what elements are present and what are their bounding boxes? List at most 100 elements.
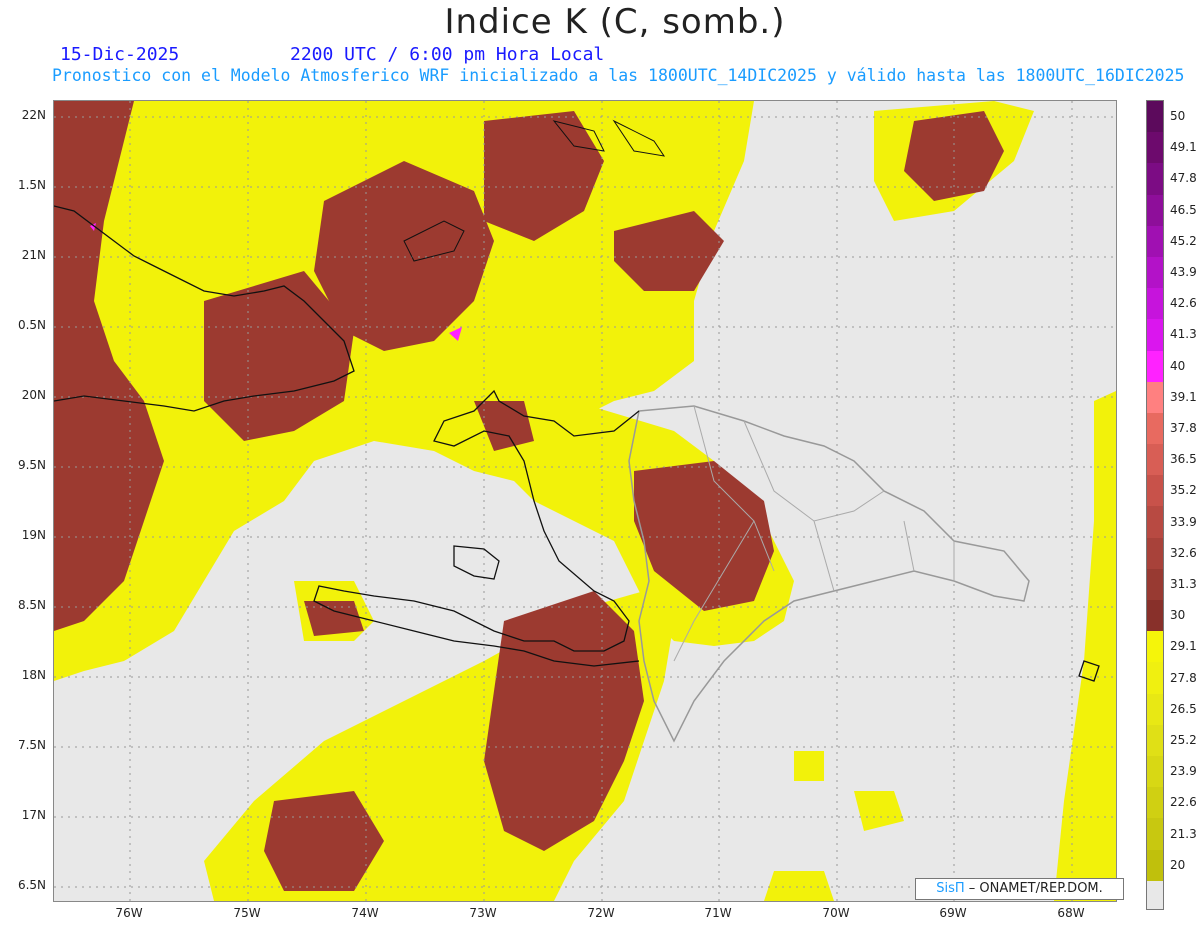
colorbar-swatch [1147,740,1163,756]
jamaica-coastline [453,545,500,580]
colorbar-swatch [1147,522,1163,538]
colorbar-swatch [1147,366,1163,382]
colorbar-label: 25.2 [1170,733,1197,747]
colorbar-label: 21.3 [1170,826,1197,841]
colorbar-label: 27.8 [1170,670,1197,685]
colorbar-swatch [1147,677,1163,694]
colorbar-swatch [1147,412,1163,429]
colorbar-swatch [1147,225,1163,242]
credit-box: SisΠ – ONAMET/REP.DOM. [915,878,1124,900]
colorbar-swatch [1147,288,1163,304]
lat-label: 22N [21,108,46,122]
forecast-map [53,100,1117,902]
map-title: Indice K (C, somb.) [444,2,786,42]
colorbar-swatch [1147,428,1163,445]
lon-label: 76W [115,906,143,920]
colorbar-label: 39.1 [1170,389,1197,404]
lat-label: 21N [21,248,46,262]
lat-label: 18N [21,668,46,682]
colorbar-swatch [1147,210,1163,226]
colorbar-swatch [1147,132,1163,148]
colorbar-swatch [1147,787,1163,803]
colorbar-swatch [1147,319,1163,335]
colorbar-label: 42.6 [1170,296,1197,311]
forecast-date: 15-Dic-2025 [60,44,180,65]
colorbar-label: 23.9 [1170,764,1197,779]
model-subtitle: Pronostico con el Modelo Atmosferico WRF… [52,66,1185,85]
colorbar-label: 45.2 [1170,233,1197,248]
colorbar-swatch [1147,101,1163,117]
lon-label: 69W [939,906,967,920]
lon-label: 68W [1057,906,1085,920]
colorbar-label: 36.5 [1170,452,1197,467]
colorbar-swatch [1147,865,1163,881]
colorbar-label: 35.2 [1170,483,1197,498]
colorbar-swatch [1147,553,1163,569]
colorbar-label: 20 [1170,857,1186,872]
lat-label: 19N [21,528,46,542]
colorbar-swatch [1147,662,1163,678]
colorbar-swatch [1147,709,1163,725]
lat-label: 1.5N [17,178,46,192]
colorbar-swatch [1147,241,1163,257]
colorbar-swatch [1147,771,1163,788]
colorbar-swatch [1147,724,1163,741]
lat-label: 0.5N [17,318,46,332]
colorbar-swatch [1147,537,1163,554]
colorbar-swatch [1147,693,1163,710]
colorbar-swatch-empty [1147,880,1163,909]
lon-label: 73W [469,906,497,920]
lon-label: 75W [233,906,261,920]
colorbar-label: 30 [1170,608,1186,623]
credit-brand: SisΠ [936,881,965,896]
colorbar-swatch [1147,444,1163,460]
colorbar-swatch [1147,600,1163,616]
colorbar-swatch [1147,584,1163,600]
colorbar-label: 47.8 [1170,171,1197,186]
colorbar-swatch [1147,350,1163,367]
colorbar-swatch [1147,568,1163,585]
colorbar-swatch [1147,334,1163,351]
lat-label: 6.5N [17,878,46,892]
colorbar-swatch [1147,802,1163,819]
colorbar-label: 29.1 [1170,639,1197,654]
colorbar-label: 41.3 [1170,327,1197,342]
lat-label: 20N [21,388,46,402]
colorbar-swatch [1147,631,1163,647]
colorbar-label: 26.5 [1170,701,1197,716]
colorbar [1146,100,1164,910]
credit-text: – ONAMET/REP.DOM. [964,881,1103,896]
colorbar-swatch [1147,615,1163,632]
colorbar-label: 22.6 [1170,795,1197,810]
colorbar-label: 32.6 [1170,545,1197,560]
colorbar-label: 43.9 [1170,265,1197,279]
colorbar-swatch [1147,849,1163,866]
colorbar-label: 49.1 [1170,140,1197,155]
colorbar-swatch [1147,646,1163,663]
lon-label: 72W [587,906,615,920]
colorbar-swatch [1147,272,1163,289]
map-layers [54,101,1116,901]
colorbar-label: 31.3 [1170,577,1197,591]
colorbar-swatch [1147,490,1163,507]
colorbar-swatch [1147,178,1163,195]
colorbar-swatch [1147,163,1163,179]
colorbar-swatch [1147,303,1163,320]
colorbar-swatch [1147,818,1163,834]
lon-label: 70W [822,906,850,920]
lat-label: 7.5N [17,738,46,752]
colorbar-label: 46.5 [1170,202,1197,217]
lat-label: 8.5N [17,598,46,612]
colorbar-swatch [1147,755,1163,772]
colorbar-swatch [1147,381,1163,398]
colorbar-swatch [1147,194,1163,211]
lat-label: 17N [21,808,46,822]
lon-label: 74W [351,906,379,920]
colorbar-label: 37.8 [1170,421,1197,435]
colorbar-label: 40 [1170,358,1186,373]
colorbar-swatch [1147,833,1163,850]
colorbar-swatch [1147,116,1163,133]
lon-label: 71W [704,906,732,920]
lat-label: 9.5N [17,458,46,472]
colorbar-swatch [1147,459,1163,476]
